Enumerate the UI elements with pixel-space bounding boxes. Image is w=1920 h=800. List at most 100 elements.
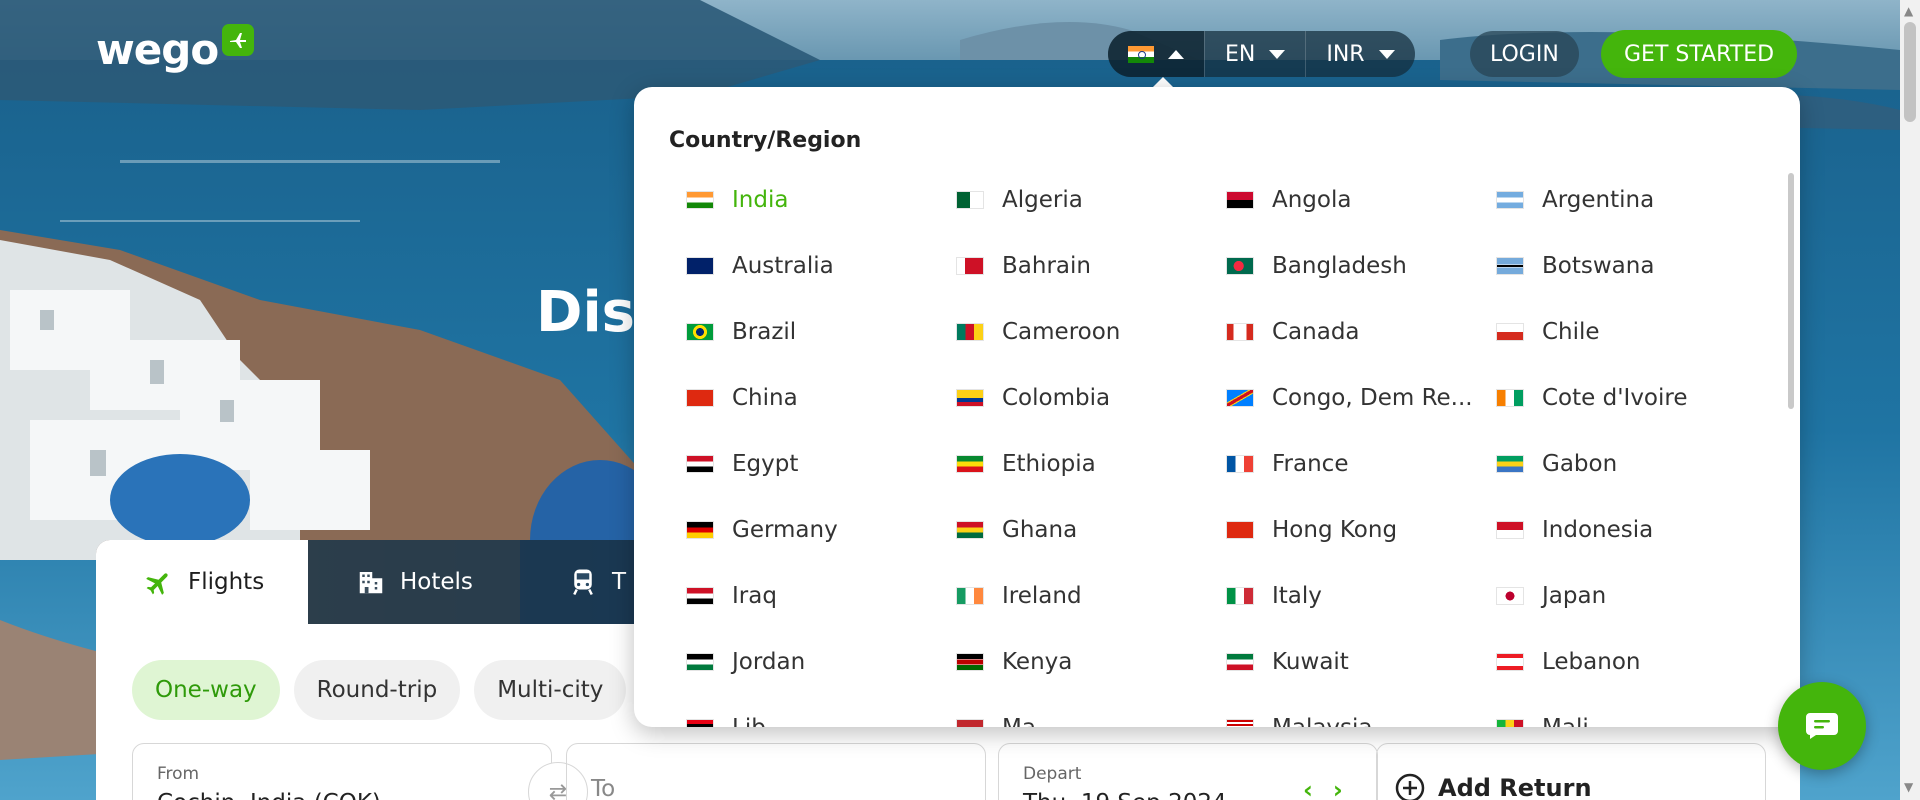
country-item[interactable]: Congo, Dem Re...: [1226, 385, 1473, 411]
tab-hotels[interactable]: Hotels: [308, 540, 520, 624]
country-item[interactable]: Kenya: [956, 649, 1072, 675]
page-scrollbar[interactable]: ▲ ▼: [1900, 0, 1920, 800]
country-flag-icon: [1496, 257, 1524, 275]
country-item[interactable]: China: [686, 385, 798, 411]
country-item[interactable]: Bahrain: [956, 253, 1091, 279]
country-flag-icon: [1226, 587, 1254, 605]
country-item[interactable]: Chile: [1496, 319, 1600, 345]
plus-circle-icon: [1395, 773, 1425, 800]
caret-down-icon: [1378, 49, 1395, 59]
country-label: Colombia: [1002, 385, 1111, 411]
trip-one-way[interactable]: One-way: [132, 660, 280, 720]
country-item[interactable]: France: [1226, 451, 1348, 477]
scroll-up-icon[interactable]: ▲: [1904, 4, 1913, 18]
country-item[interactable]: Germany: [686, 517, 838, 543]
country-label: Canada: [1272, 319, 1360, 345]
country-item[interactable]: Algeria: [956, 187, 1083, 213]
country-flag-icon: [1226, 389, 1254, 407]
currency-selector[interactable]: INR: [1305, 31, 1414, 77]
chevron-left-icon[interactable]: ‹: [1303, 776, 1313, 800]
country-flag-icon: [686, 389, 714, 407]
caret-up-icon: [1168, 49, 1184, 59]
caret-down-icon: [1269, 49, 1286, 59]
country-item[interactable]: Indonesia: [1496, 517, 1653, 543]
country-item[interactable]: Egypt: [686, 451, 798, 477]
country-label: Ghana: [1002, 517, 1078, 543]
to-field[interactable]: To: [566, 743, 986, 800]
chevron-right-icon[interactable]: ›: [1333, 776, 1343, 800]
country-flag-icon: [956, 389, 984, 407]
search-tabs: Flights Hotels T: [96, 540, 656, 624]
country-flag-icon: [1496, 587, 1524, 605]
country-selector[interactable]: [1108, 31, 1204, 77]
wego-logo[interactable]: wego: [96, 24, 255, 74]
country-item[interactable]: Angola: [1226, 187, 1351, 213]
scroll-down-icon[interactable]: ▼: [1904, 780, 1913, 794]
country-item[interactable]: Argentina: [1496, 187, 1654, 213]
country-label: Australia: [732, 253, 834, 279]
country-item[interactable]: Malaysia: [1226, 715, 1373, 727]
trip-type-selector: One-way Round-trip Multi-city: [132, 660, 627, 720]
plane-icon: [146, 573, 168, 595]
plane-logo-icon: [222, 24, 255, 56]
country-item[interactable]: Cameroon: [956, 319, 1120, 345]
country-item[interactable]: Lebanon: [1496, 649, 1640, 675]
country-flag-icon: [686, 257, 714, 275]
country-item[interactable]: Japan: [1496, 583, 1606, 609]
country-item[interactable]: Kuwait: [1226, 649, 1349, 675]
country-item[interactable]: Botswana: [1496, 253, 1654, 279]
train-icon: [573, 569, 593, 596]
country-flag-icon: [1226, 521, 1254, 539]
country-label: Bangladesh: [1272, 253, 1407, 279]
from-value: Cochin, India (COK): [157, 790, 527, 800]
tab-flights[interactable]: Flights: [96, 540, 308, 624]
date-arrows: ‹ ›: [1303, 776, 1343, 800]
country-item[interactable]: Italy: [1226, 583, 1322, 609]
country-label: Cote d'Ivoire: [1542, 385, 1688, 411]
trip-multi-city[interactable]: Multi-city: [474, 660, 627, 720]
chat-button[interactable]: [1778, 682, 1866, 770]
country-flag-icon: [956, 719, 984, 727]
country-item[interactable]: Gabon: [1496, 451, 1617, 477]
language-selector[interactable]: EN: [1204, 31, 1305, 77]
country-label: Cameroon: [1002, 319, 1121, 345]
country-label: Kuwait: [1272, 649, 1349, 675]
country-item[interactable]: India: [686, 187, 788, 213]
tab-flights-label: Flights: [188, 569, 265, 595]
country-item[interactable]: Cote d'Ivoire: [1496, 385, 1688, 411]
country-item[interactable]: Ghana: [956, 517, 1077, 543]
get-started-button[interactable]: GET STARTED: [1601, 30, 1798, 78]
country-label: Ma: [1002, 715, 1036, 727]
country-item[interactable]: Ireland: [956, 583, 1082, 609]
country-item[interactable]: Jordan: [686, 649, 805, 675]
country-item[interactable]: Mali: [1496, 715, 1589, 727]
dropdown-scrollbar[interactable]: [1788, 173, 1794, 409]
country-label: Japan: [1542, 583, 1607, 609]
country-item[interactable]: Colombia: [956, 385, 1110, 411]
country-item[interactable]: Hong Kong: [1226, 517, 1397, 543]
from-label: From: [157, 764, 200, 784]
country-dropdown: Country/Region India Algeria Angola Argenti…: [634, 87, 1800, 727]
scroll-thumb[interactable]: [1904, 22, 1916, 122]
country-item[interactable]: Ethiopia: [956, 451, 1096, 477]
country-label: Iraq: [732, 583, 777, 609]
country-item[interactable]: Canada: [1226, 319, 1360, 345]
country-flag-icon: [1226, 323, 1254, 341]
country-item[interactable]: Bangladesh: [1226, 253, 1407, 279]
add-return-button[interactable]: Add Return: [1394, 772, 1592, 800]
country-flag-icon: [1496, 455, 1524, 473]
country-label: Bahrain: [1002, 253, 1091, 279]
trip-round-trip[interactable]: Round-trip: [293, 660, 461, 720]
login-button[interactable]: LOGIN: [1470, 31, 1579, 77]
country-label: India: [732, 187, 789, 213]
country-label: Jordan: [732, 649, 806, 675]
country-item[interactable]: Lib: [686, 715, 766, 727]
tab-hotels-label: Hotels: [400, 569, 473, 595]
country-flag-icon: [686, 653, 714, 671]
country-item[interactable]: Ma: [956, 715, 1036, 727]
country-item[interactable]: Brazil: [686, 319, 796, 345]
country-item[interactable]: Iraq: [686, 583, 777, 609]
country-flag-icon: [686, 323, 714, 341]
country-item[interactable]: Australia: [686, 253, 834, 279]
from-field[interactable]: From Cochin, India (COK): [132, 743, 552, 800]
